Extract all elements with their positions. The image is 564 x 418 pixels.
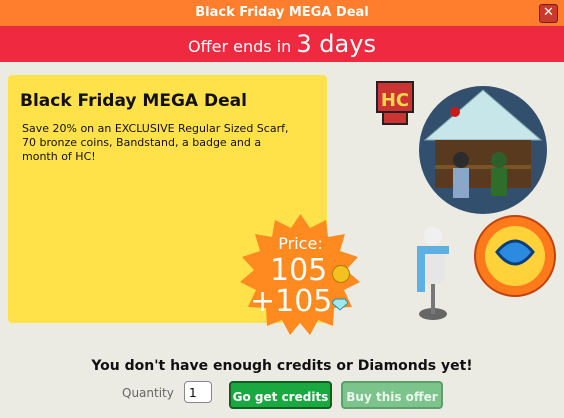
offer-countdown-bar: Offer ends in 3 days <box>0 26 564 62</box>
hc-badge-icon: HC <box>376 81 414 125</box>
window-titlebar: Black Friday MEGA Deal ✕ <box>0 0 564 26</box>
mannequin-scarf-image <box>417 227 449 320</box>
price-credits: 105 <box>270 253 328 288</box>
close-button[interactable]: ✕ <box>539 4 558 23</box>
hc-badge-text: HC <box>381 90 409 111</box>
offer-illustration: HC <box>376 81 556 320</box>
offer-description: Save 20% on an EXCLUSIVE Regular Sized S… <box>22 122 289 163</box>
offer-title: Black Friday MEGA Deal <box>20 91 247 111</box>
price-label: Price: <box>278 234 323 253</box>
insufficient-funds-message: You don't have enough credits or Diamond… <box>91 358 473 374</box>
quantity-label: Quantity <box>122 386 174 400</box>
offer-prefix: Offer ends in <box>188 37 292 56</box>
credit-coin-icon <box>332 265 350 283</box>
scarf-badge-icon <box>474 215 556 297</box>
window-title: Black Friday MEGA Deal <box>195 5 369 20</box>
quantity-input[interactable]: 1 <box>184 381 212 403</box>
get-credits-button[interactable]: Go get credits <box>229 381 332 409</box>
offer-time: 3 days <box>296 30 376 58</box>
buy-offer-button[interactable]: Buy this offer <box>341 381 443 409</box>
diamond-icon <box>332 298 348 311</box>
price-diamonds: +105 <box>250 284 333 319</box>
